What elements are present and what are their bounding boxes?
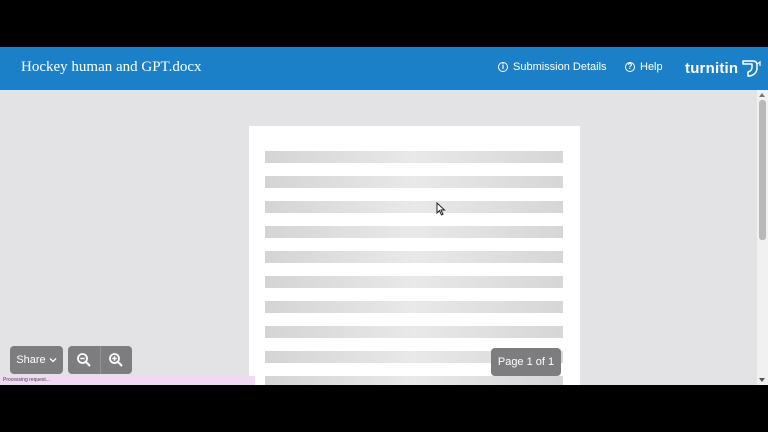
loading-placeholder-line xyxy=(265,151,563,163)
submission-details-label: Submission Details xyxy=(513,61,607,73)
info-icon: i xyxy=(498,62,508,72)
submission-details-link[interactable]: i Submission Details xyxy=(498,61,607,73)
zoom-controls xyxy=(68,346,132,374)
brand-name: turnitin xyxy=(685,59,739,77)
share-button[interactable]: Share xyxy=(10,346,63,374)
video-letterbox-bottom xyxy=(0,385,768,432)
help-label: Help xyxy=(640,61,663,73)
scroll-up-arrow-icon[interactable] xyxy=(759,93,765,97)
help-icon: ? xyxy=(625,62,635,72)
mouse-pointer-icon xyxy=(436,202,446,216)
zoom-in-button[interactable] xyxy=(99,346,133,374)
top-header-bar: Hockey human and GPT.docx i Submission D… xyxy=(0,47,768,90)
vertical-scrollbar[interactable] xyxy=(757,90,768,385)
turnitin-logo: turnitin xyxy=(685,58,762,78)
scroll-down-arrow-icon[interactable] xyxy=(759,378,765,382)
loading-placeholder-line xyxy=(265,176,563,188)
document-page xyxy=(249,126,580,385)
loading-placeholder-line xyxy=(265,376,563,385)
page-indicator: Page 1 of 1 xyxy=(491,348,561,376)
loading-placeholder-line xyxy=(265,276,563,288)
turnitin-logo-icon xyxy=(742,60,761,77)
zoom-in-icon xyxy=(109,353,123,367)
zoom-out-icon xyxy=(76,353,91,367)
video-letterbox-top xyxy=(0,0,768,47)
loading-placeholder-line xyxy=(265,201,563,213)
document-title: Hockey human and GPT.docx xyxy=(21,59,202,75)
chevron-down-icon xyxy=(49,358,57,363)
loading-placeholder-line xyxy=(265,326,563,338)
loading-placeholder-line xyxy=(265,251,563,263)
help-link[interactable]: ? Help xyxy=(625,61,663,73)
browser-status-bar: Processing request... xyxy=(0,376,255,385)
share-label: Share xyxy=(16,354,46,366)
document-viewer: Hockey human and GPT.docx i Submission D… xyxy=(0,47,768,385)
loading-placeholder-line xyxy=(265,301,563,313)
zoom-out-button[interactable] xyxy=(68,346,100,374)
loading-placeholder-line xyxy=(265,226,563,238)
scroll-thumb[interactable] xyxy=(759,100,766,240)
